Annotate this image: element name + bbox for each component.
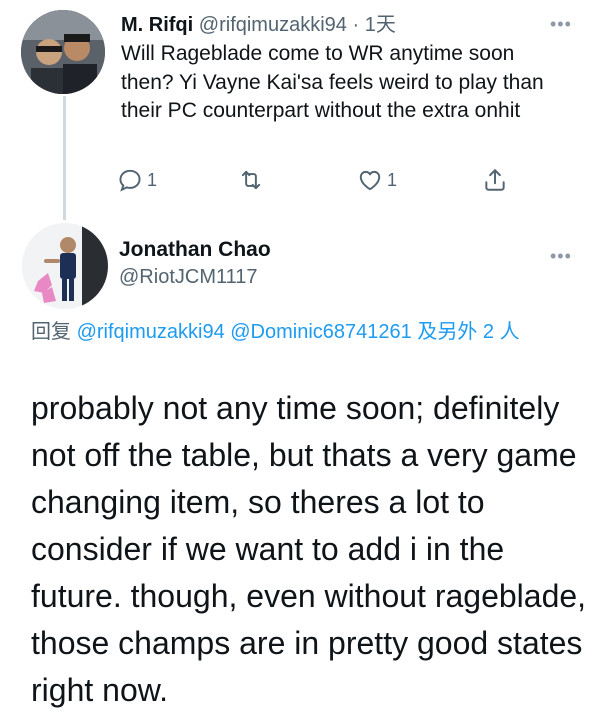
like-icon: [359, 170, 381, 191]
mention-others[interactable]: 及另外 2 人: [417, 321, 519, 343]
more-icon[interactable]: •••: [550, 14, 572, 35]
share-icon: [485, 169, 505, 191]
like-button[interactable]: 1: [357, 163, 397, 197]
tweet1-text: Will Rageblade come to WR anytime soon t…: [121, 42, 544, 122]
tweet1-header: M. Rifqi @rifqimuzakki94 · 1天: [121, 8, 396, 37]
tweet2-author-name[interactable]: Jonathan Chao: [119, 238, 271, 262]
reply-button[interactable]: 1: [117, 163, 157, 197]
reply-count: 1: [147, 169, 158, 190]
retweet-button[interactable]: [238, 163, 268, 197]
avatar-jonathan[interactable]: [22, 223, 108, 309]
mention-rifqimuzakki94[interactable]: @rifqimuzakki94: [77, 321, 225, 343]
like-count: 1: [387, 169, 398, 190]
reply-prefix: 回复: [31, 321, 71, 343]
tweet2-author-handle[interactable]: @RiotJCM1117: [119, 266, 258, 289]
tweet1-action-bar: 1 1: [117, 163, 537, 197]
thread-line: [63, 96, 66, 220]
retweet-icon: [241, 170, 261, 190]
tweet1-author-name[interactable]: M. Rifqi: [121, 14, 193, 36]
tweet1-timestamp[interactable]: 1天: [365, 14, 396, 36]
tweet1-author-handle[interactable]: @rifqimuzakki94: [199, 14, 347, 36]
tweet1-separator: ·: [352, 14, 360, 36]
share-button[interactable]: [482, 163, 508, 197]
tweet2-text: probably not any time soon; definitely n…: [31, 390, 587, 708]
more-icon-2[interactable]: •••: [550, 246, 572, 267]
reply-context: 回复 @rifqimuzakki94 @Dominic68741261 及另外 …: [31, 318, 576, 346]
mention-dominic68741261[interactable]: @Dominic68741261: [230, 321, 412, 343]
reply-icon: [119, 169, 141, 192]
avatar-rifqi[interactable]: [21, 10, 105, 94]
